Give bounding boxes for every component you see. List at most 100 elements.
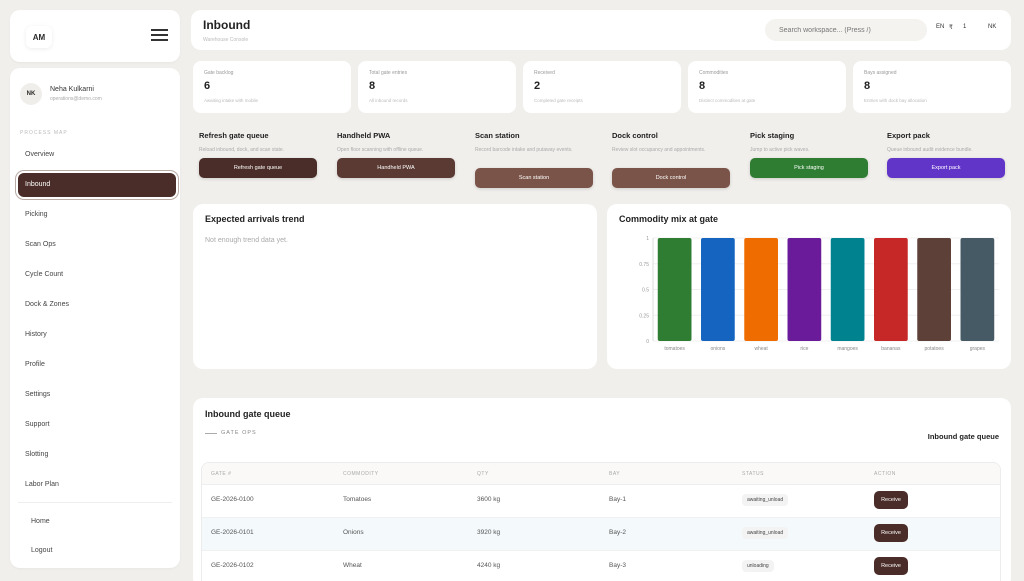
column-header: BAY [609,471,621,477]
page-subtitle: Warehouse Console [203,37,249,43]
x-tick-label: bananas [881,346,901,352]
notification-count[interactable]: 1 [963,24,966,30]
sidebar-item-profile[interactable]: Profile [18,353,176,377]
status-badge: awaiting_unload [742,527,789,539]
x-tick-label: wheat [754,346,768,352]
sidebar-home-link[interactable]: Home [31,518,50,525]
column-header: COMMODITY [343,471,379,477]
sidebar-item-picking[interactable]: Picking [18,203,176,227]
bar-tomatoes[interactable] [657,238,692,341]
search-input[interactable] [765,19,927,41]
action-title: Pick staging [750,131,795,140]
gate-ops-label: GATE OPS [221,430,257,436]
export-pack-button[interactable]: Export pack [887,158,1005,178]
table-row: GE-2026-0100 Tomatoes 3600 kg Bay-1 awai… [202,485,1000,518]
action-pick-staging: Pick staging Jump to active pick waves. [750,131,874,160]
kpi-sub: Entries with dock bay allocation [864,98,927,103]
cell-bay: Bay-1 [609,496,626,503]
handheld-pwa-button[interactable]: Handheld PWA [337,158,455,178]
user-profile[interactable]: NK Neha Kulkarni operations@demo.com [20,74,170,114]
dock-control-button[interactable]: Dock control [612,168,730,188]
x-tick-label: mangoes [837,346,858,352]
sidebar-item-support[interactable]: Support [18,413,176,437]
gate-ops-tag: GATE OPS [205,430,257,436]
receive-button[interactable]: Receive [874,491,908,509]
expected-arrivals-panel: Expected arrivals trend Not enough trend… [193,204,597,369]
brand-card: AM [10,10,180,62]
bar-wheat[interactable] [744,238,778,341]
pick-staging-button[interactable]: Pick staging [750,158,868,178]
receive-button[interactable]: Receive [874,524,908,542]
empty-state-text: Not enough trend data yet. [205,237,288,244]
cell-bay: Bay-3 [609,562,626,569]
sidebar-item-scan-ops[interactable]: Scan Ops [18,233,176,257]
kpi-label: Gate backlog [204,70,234,76]
hamburger-menu-icon[interactable] [151,29,168,41]
panel-title: Expected arrivals trend [205,214,305,224]
kpi-value: 2 [534,80,541,92]
table-header: GATE # COMMODITY QTY BAY STATUS ACTION [202,463,1000,485]
queue-table: GATE # COMMODITY QTY BAY STATUS ACTION G… [201,462,1001,581]
action-export-pack: Export pack Queue inbound audit evidence… [887,131,1011,160]
kpi-card-received: Received 2 Completed gate receipts [523,61,681,113]
sidebar-item-overview[interactable]: Overview [18,143,176,167]
sidebar-logout-link[interactable]: Logout [31,547,52,554]
sidebar-item-dock-zones[interactable]: Dock & Zones [18,293,176,317]
bar-rice[interactable] [787,238,822,341]
avatar: NK [20,83,42,105]
sidebar-item-history[interactable]: History [18,323,176,347]
scan-station-button[interactable]: Scan station [475,168,593,188]
sidebar-item-inbound[interactable]: Inbound [18,173,176,197]
x-tick-label: onions [711,346,726,352]
kpi-sub: Awaiting intake with mobile [204,98,258,103]
sidebar: NK Neha Kulkarni operations@demo.com PRO… [10,68,180,568]
sidebar-item-labor-plan[interactable]: Labor Plan [18,473,176,497]
kpi-value: 8 [864,80,871,92]
kpi-card-gate-backlog: Gate backlog 6 Awaiting intake with mobi… [193,61,351,113]
header-avatar[interactable]: NK [988,24,996,30]
kpi-label: Received [534,70,555,76]
bar-grapes[interactable] [960,238,995,341]
cell-gate: GE-2026-0101 [211,529,254,536]
sidebar-item-slotting[interactable]: Slotting [18,443,176,467]
sidebar-item-cycle-count[interactable]: Cycle Count [18,263,176,287]
action-title: Handheld PWA [337,131,391,140]
cell-qty: 4240 kg [477,562,501,569]
bar-mangoes[interactable] [830,238,865,341]
refresh-gate-queue-button[interactable]: Refresh gate queue [199,158,317,178]
kpi-sub: All inbound records [369,98,408,103]
action-desc: Review slot occupancy and appointments. [612,147,706,153]
kpi-label: Total gate entries [369,70,408,76]
column-header: STATUS [742,471,764,477]
table-row: GE-2026-0101 Onions 3920 kg Bay-2 awaiti… [202,518,1000,551]
kpi-value: 8 [369,80,376,92]
receive-button[interactable]: Receive [874,557,908,575]
currency-toggle[interactable]: ₹ [949,24,953,31]
inbound-gate-queue-panel: Inbound gate queue GATE OPS Inbound gate… [193,398,1011,581]
column-header: ACTION [874,471,896,477]
y-tick-label: 1 [646,236,649,242]
kpi-card-bays-assigned: Bays assigned 8 Entries with dock bay al… [853,61,1011,113]
kpi-card-total-gate-entries: Total gate entries 8 All inbound records [358,61,516,113]
status-badge: awaiting_unload [742,494,789,506]
language-toggle[interactable]: EN [936,24,944,30]
y-tick-label: 0.25 [639,313,649,319]
kpi-label: Bays assigned [864,70,897,76]
kpi-sub: Distinct commodities at gate [699,98,756,103]
action-dock-control: Dock control Review slot occupancy and a… [612,131,736,160]
column-header: QTY [477,471,489,477]
sidebar-nav: Overview Inbound Picking Scan Ops Cycle … [18,143,176,503]
bar-onions[interactable] [701,238,735,341]
action-scan-station: Scan station Record barcode intake and p… [475,131,599,160]
x-tick-label: tomatoes [664,346,685,352]
bar-potatoes[interactable] [917,238,951,341]
status-badge: unloading [742,560,774,572]
y-tick-label: 0.5 [642,288,649,294]
queue-right-title: Inbound gate queue [927,432,999,441]
commodity-chart: 0 0.25 0.5 0.75 1 tomatoes onions wheat rice mang… [639,236,999,352]
user-email: operations@demo.com [50,96,102,102]
action-title: Dock control [612,131,658,140]
page-header: Inbound Warehouse Console EN ₹ 1 NK [191,10,1011,50]
bar-bananas[interactable] [874,238,908,341]
sidebar-item-settings[interactable]: Settings [18,383,176,407]
